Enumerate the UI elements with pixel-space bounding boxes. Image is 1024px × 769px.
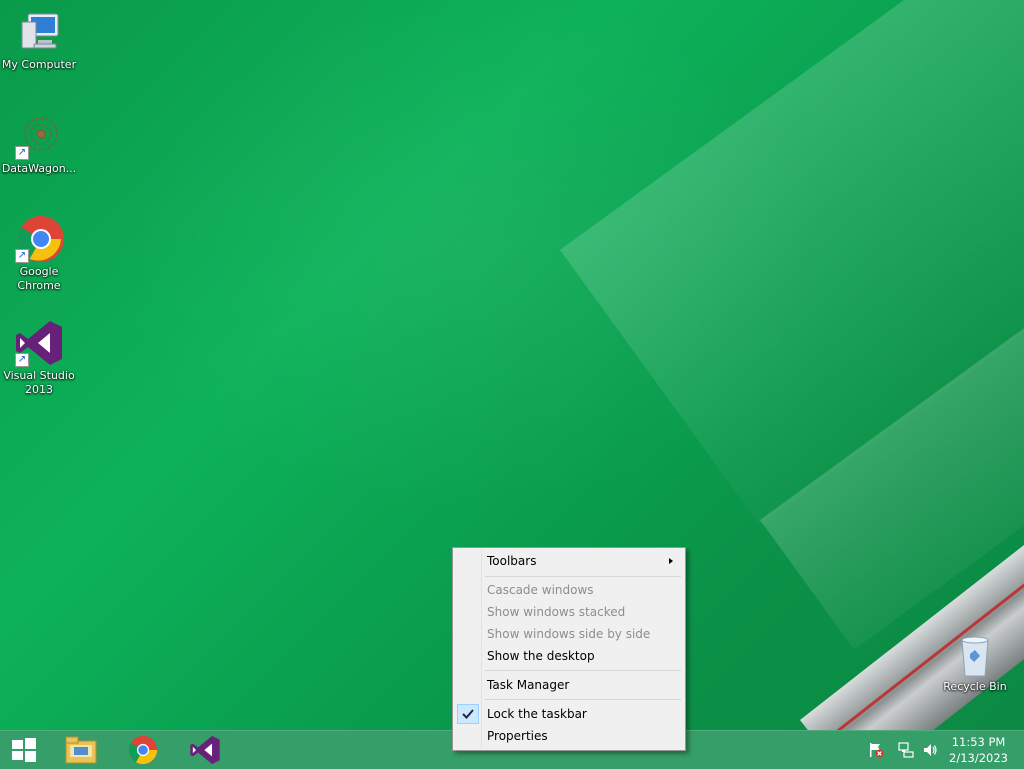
checkmark-icon — [457, 704, 479, 724]
recycle-bin-icon — [950, 632, 1000, 678]
taskbar-file-explorer[interactable] — [57, 733, 105, 767]
desktop-icon-recycle-bin[interactable]: Recycle Bin — [936, 632, 1014, 694]
taskbar-visual-studio[interactable] — [181, 733, 229, 767]
desktop-icon-my-computer[interactable]: My Computer — [0, 8, 78, 72]
shortcut-arrow-icon: ↗ — [15, 146, 29, 160]
menu-separator — [485, 699, 681, 700]
taskbar-clock[interactable]: 11:53 PM 2/13/2023 — [949, 734, 1008, 766]
menu-item-show-the-desktop[interactable]: Show the desktop — [455, 645, 683, 667]
volume-icon[interactable] — [922, 742, 938, 758]
chrome-icon — [128, 735, 158, 765]
action-center-flag-icon[interactable] — [868, 742, 884, 758]
desktop-icon-datawagon[interactable]: ↗ DataWagon... — [0, 112, 78, 176]
menu-separator — [485, 670, 681, 671]
visual-studio-icon — [190, 735, 220, 765]
desktop-icon-label: DataWagon... — [1, 162, 77, 175]
desktop-icon-label: Recycle Bin — [943, 680, 1007, 693]
menu-item-lock-the-taskbar[interactable]: Lock the taskbar — [455, 703, 683, 725]
desktop-icon-label: Google Chrome — [17, 265, 61, 292]
network-icon[interactable] — [898, 742, 914, 758]
clock-time: 11:53 PM — [951, 735, 1006, 749]
menu-item-show-windows-side-by-side[interactable]: Show windows side by side — [455, 623, 683, 645]
desktop-icon-label: My Computer — [1, 58, 77, 71]
menu-item-toolbars[interactable]: Toolbars — [455, 550, 683, 572]
menu-item-properties[interactable]: Properties — [455, 725, 683, 747]
desktop-icon-label: Visual Studio 2013 — [3, 369, 75, 396]
chrome-icon: ↗ — [14, 215, 64, 263]
file-explorer-icon — [65, 736, 97, 764]
shortcut-arrow-icon: ↗ — [15, 249, 29, 263]
menu-item-cascade-windows[interactable]: Cascade windows — [455, 579, 683, 601]
taskbar-context-menu[interactable]: Toolbars Cascade windows Show windows st… — [452, 547, 686, 751]
shortcut-arrow-icon: ↗ — [15, 353, 29, 367]
computer-icon — [14, 8, 64, 56]
menu-item-show-windows-stacked[interactable]: Show windows stacked — [455, 601, 683, 623]
windows-logo-icon — [12, 738, 36, 762]
start-button[interactable] — [0, 733, 48, 767]
desktop-icon-google-chrome[interactable]: ↗ Google Chrome — [0, 215, 78, 293]
menu-separator — [485, 576, 681, 577]
desktop-icon-visual-studio-2013[interactable]: ↗ Visual Studio 2013 — [0, 319, 78, 397]
taskbar-chrome[interactable] — [119, 733, 167, 767]
menu-item-task-manager[interactable]: Task Manager — [455, 674, 683, 696]
visual-studio-icon: ↗ — [14, 319, 64, 367]
submenu-arrow-icon — [669, 558, 673, 564]
clock-date: 2/13/2023 — [949, 751, 1008, 765]
datawagon-icon: ↗ — [14, 112, 64, 160]
